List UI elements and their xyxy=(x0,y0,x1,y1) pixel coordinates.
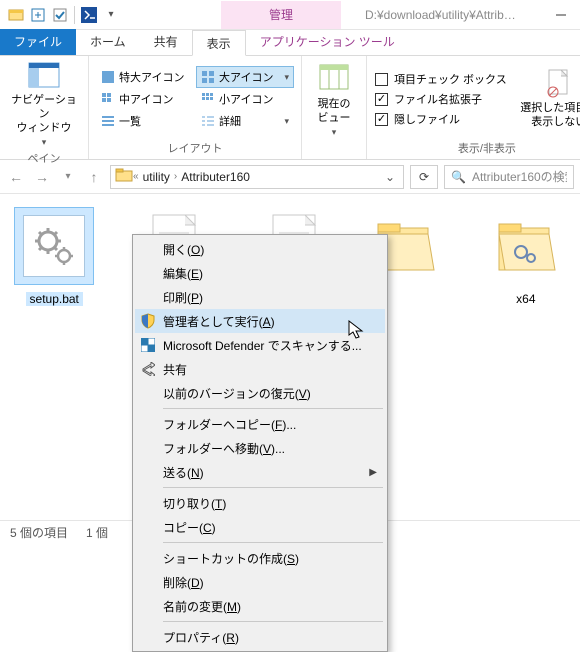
menu-copy[interactable]: コピー(C) xyxy=(135,515,385,539)
file-name-label: x64 xyxy=(516,292,535,306)
menu-edit[interactable]: 編集(E) xyxy=(135,261,385,285)
defender-icon xyxy=(139,336,157,354)
status-item-count: 5 個の項目 xyxy=(10,524,68,541)
grid-xl-icon xyxy=(101,70,115,84)
tab-file[interactable]: ファイル xyxy=(0,29,76,55)
contextual-tab-header: 管理 xyxy=(221,1,341,29)
columns-icon xyxy=(318,64,350,96)
file-item-x64[interactable]: x64 xyxy=(482,208,570,306)
grid-lg-icon xyxy=(201,70,215,84)
layout-medium-icons[interactable]: 中アイコン xyxy=(97,89,193,109)
ribbon-group-current-view: 現在の ビュー ▾ xyxy=(302,56,367,159)
menu-separator xyxy=(163,487,383,488)
qat-checkbox-icon[interactable] xyxy=(52,7,68,23)
layout-small-icons[interactable]: 小アイコン xyxy=(197,89,293,109)
search-icon: 🔍 xyxy=(451,170,466,184)
nav-forward-button[interactable]: → xyxy=(32,169,52,185)
checkbox-icon xyxy=(375,73,388,86)
window-title: D:¥download¥utility¥Attrib… xyxy=(341,8,542,22)
ribbon-group-layout: 特大アイコン 大アイコン ▾ 中アイコン 小アイコン xyxy=(89,56,302,159)
refresh-button[interactable]: ⟳ xyxy=(410,165,438,189)
nav-back-button[interactable]: ← xyxy=(6,169,26,185)
menu-cut[interactable]: 切り取り(T) xyxy=(135,491,385,515)
breadcrumb-attributer160[interactable]: Attributer160 xyxy=(177,170,254,184)
navigation-pane-button[interactable]: ナビゲーション ウィンドウ ▾ xyxy=(8,60,80,148)
chevron-down-icon: ▾ xyxy=(42,137,47,148)
shield-icon xyxy=(139,312,157,330)
share-icon xyxy=(139,360,157,378)
address-dropdown-icon[interactable]: ⌄ xyxy=(381,170,399,184)
batch-file-icon xyxy=(23,215,85,277)
check-hidden-files[interactable]: ✓ 隠しファイル xyxy=(375,111,507,127)
hide-file-icon xyxy=(543,68,575,100)
details-icon xyxy=(201,114,215,128)
tab-view[interactable]: 表示 xyxy=(192,30,246,56)
chevron-down-icon: ▾ xyxy=(332,127,337,138)
menu-properties[interactable]: プロパティ(R) xyxy=(135,625,385,649)
ribbon-tab-row: ファイル ホーム 共有 表示 アプリケーション ツール xyxy=(0,30,580,56)
ribbon-group-pane: ナビゲーション ウィンドウ ▾ ペイン xyxy=(0,56,89,159)
chevron-right-icon: ▶ xyxy=(369,467,377,478)
menu-send-to[interactable]: 送る(N) ▶ xyxy=(135,460,385,484)
file-list[interactable]: setup.bat x64 開く(O) 編集(E) 印刷(P) 管理者として実行… xyxy=(0,194,580,520)
grid-md-icon xyxy=(101,92,115,106)
menu-previous-versions[interactable]: 以前のバージョンの復元(V) xyxy=(135,381,385,405)
qat-powershell-icon[interactable] xyxy=(81,7,97,23)
menu-share[interactable]: 共有 xyxy=(135,357,385,381)
qat-overflow-icon[interactable]: ▾ xyxy=(103,7,119,23)
file-name-label: setup.bat xyxy=(26,292,83,306)
layout-large-icons[interactable]: 大アイコン ▾ xyxy=(197,67,293,87)
breadcrumb-utility[interactable]: utility xyxy=(139,170,174,184)
search-box[interactable]: 🔍 Attributer160の検索 xyxy=(444,165,574,189)
overflow-chevron-icon[interactable]: ▾ xyxy=(284,116,289,127)
checkbox-checked-icon: ✓ xyxy=(375,93,388,106)
file-item-setup-bat[interactable]: setup.bat xyxy=(10,208,98,306)
menu-separator xyxy=(163,408,383,409)
search-placeholder: Attributer160の検索 xyxy=(472,168,567,185)
qat-divider xyxy=(74,6,75,24)
quick-access-toolbar: ▾ xyxy=(0,6,125,24)
hide-selected-button[interactable]: 選択した項目を 表示しない xyxy=(519,68,580,130)
menu-create-shortcut[interactable]: ショートカットの作成(S) xyxy=(135,546,385,570)
menu-run-as-admin[interactable]: 管理者として実行(A) xyxy=(135,309,385,333)
folder-open-gear-icon xyxy=(491,214,561,278)
ribbon: ナビゲーション ウィンドウ ▾ ペイン 特大アイコン 大アイコン ▾ xyxy=(0,56,580,160)
tab-application-tools[interactable]: アプリケーション ツール xyxy=(246,29,409,55)
check-item-checkboxes[interactable]: 項目チェック ボックス xyxy=(375,71,507,87)
check-file-extensions[interactable]: ✓ ファイル名拡張子 xyxy=(375,91,507,107)
folder-icon xyxy=(115,167,133,186)
chevron-down-icon: ▾ xyxy=(284,72,289,83)
context-menu: 開く(O) 編集(E) 印刷(P) 管理者として実行(A) Microsoft … xyxy=(132,234,388,652)
navigation-bar: ← → ▾ ↑ « utility › Attributer160 ⌄ ⟳ 🔍 … xyxy=(0,160,580,194)
title-bar: ▾ 管理 D:¥download¥utility¥Attrib… xyxy=(0,0,580,30)
list-icon xyxy=(101,114,115,128)
navigation-pane-icon xyxy=(28,60,60,92)
tab-home[interactable]: ホーム xyxy=(76,29,140,55)
menu-copy-to-folder[interactable]: フォルダーへコピー(F)... xyxy=(135,412,385,436)
layout-extra-large-icons[interactable]: 特大アイコン xyxy=(97,67,193,87)
menu-rename[interactable]: 名前の変更(M) xyxy=(135,594,385,618)
menu-delete[interactable]: 削除(D) xyxy=(135,570,385,594)
menu-separator xyxy=(163,542,383,543)
qat-pin-icon[interactable] xyxy=(30,7,46,23)
menu-print[interactable]: 印刷(P) xyxy=(135,285,385,309)
current-view-button[interactable]: 現在の ビュー ▾ xyxy=(310,64,358,139)
layout-list[interactable]: 一覧 xyxy=(97,111,193,131)
checkbox-checked-icon: ✓ xyxy=(375,113,388,126)
tab-share[interactable]: 共有 xyxy=(140,29,192,55)
nav-up-button[interactable]: ↑ xyxy=(84,169,104,185)
minimize-button[interactable] xyxy=(542,0,580,30)
status-selected-count: 1 個 xyxy=(86,524,108,541)
menu-separator xyxy=(163,621,383,622)
nav-history-button[interactable]: ▾ xyxy=(58,171,78,182)
ribbon-group-show-hide: 項目チェック ボックス ✓ ファイル名拡張子 ✓ 隠しファイル 選択した項目を … xyxy=(367,56,580,159)
explorer-app-icon xyxy=(8,7,24,23)
menu-defender-scan[interactable]: Microsoft Defender でスキャンする... xyxy=(135,333,385,357)
address-bar[interactable]: « utility › Attributer160 ⌄ xyxy=(110,165,404,189)
grid-sm-icon xyxy=(201,92,215,106)
menu-open[interactable]: 開く(O) xyxy=(135,237,385,261)
menu-move-to-folder[interactable]: フォルダーへ移動(V)... xyxy=(135,436,385,460)
layout-details[interactable]: 詳細 ▾ xyxy=(197,111,293,131)
